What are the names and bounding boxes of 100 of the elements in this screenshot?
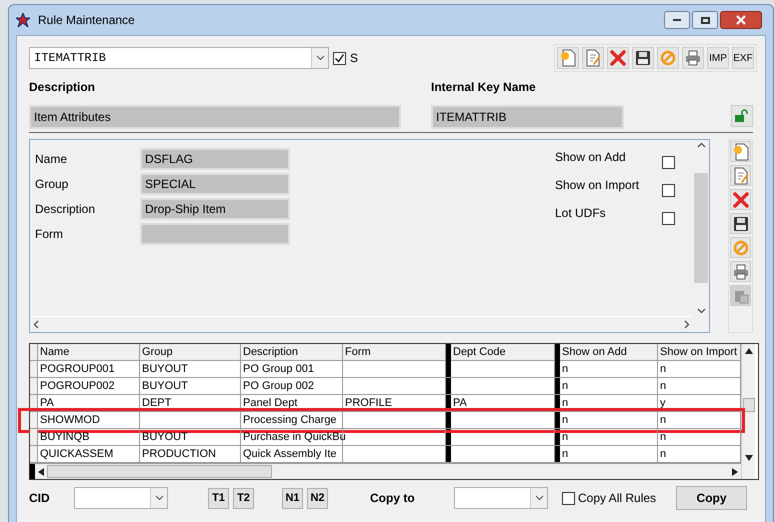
grid-vertical-scrollbar[interactable]	[741, 344, 755, 479]
table-cell: PA	[38, 395, 140, 411]
s-checkbox-label: S	[350, 50, 358, 67]
description-field[interactable]: Item Attributes	[29, 105, 401, 129]
delete-icon	[732, 192, 748, 208]
printer-icon	[685, 50, 701, 66]
checkbox[interactable]	[662, 156, 675, 169]
table-cell: n	[560, 395, 658, 411]
checkbox-label: Show on Add	[555, 149, 626, 166]
table-cell: PO Group 001	[241, 361, 343, 377]
scroll-left-icon[interactable]	[38, 468, 44, 476]
table-cell: PROFILE	[343, 395, 446, 411]
row-header-cell[interactable]	[30, 429, 38, 445]
minimize-button[interactable]	[664, 11, 690, 29]
table-cell: BUYOUT	[140, 429, 241, 445]
detail-field[interactable]: SPECIAL	[140, 173, 290, 195]
detail-field[interactable]: Drop-Ship Item	[140, 198, 290, 220]
table-cell: QUICKASSEM	[38, 446, 140, 462]
cid-label: CID	[29, 490, 51, 507]
rule-dropdown[interactable]: ITEMATTRIB	[29, 47, 329, 69]
table-cell: PRODUCTION	[140, 446, 241, 462]
scroll-thumb[interactable]	[694, 173, 708, 283]
toolbar-button[interactable]	[632, 47, 654, 69]
code-button[interactable]: N1	[282, 488, 303, 508]
table-cell: n	[560, 378, 658, 394]
toolbar-button[interactable]: EXF	[732, 47, 754, 69]
grid-horizontal-scrollbar[interactable]	[30, 463, 741, 479]
side-toolbar-button[interactable]	[730, 141, 751, 162]
column-header[interactable]: Description	[241, 344, 343, 360]
table-cell: PO Group 002	[241, 378, 343, 394]
copy-to-label: Copy to	[370, 490, 416, 507]
s-checkbox[interactable]	[333, 52, 346, 64]
detail-field[interactable]	[140, 223, 290, 245]
internal-key-field[interactable]: ITEMATTRIB	[431, 105, 624, 129]
table-cell: Panel Dept	[241, 395, 343, 411]
scroll-up-icon[interactable]	[744, 348, 752, 354]
column-header[interactable]: Form	[343, 344, 446, 360]
table-cell: BUYINQB	[38, 429, 140, 445]
field-label: Name	[35, 151, 68, 168]
close-button[interactable]	[720, 11, 762, 29]
row-header-cell[interactable]	[30, 446, 38, 462]
window-title: Rule Maintenance	[38, 12, 135, 29]
toolbar-button[interactable]: IMP	[707, 47, 729, 69]
row-header-cell[interactable]	[30, 412, 38, 428]
scroll-thumb[interactable]	[742, 398, 754, 412]
edit-document-icon	[732, 166, 748, 184]
copy-all-checkbox[interactable]	[562, 492, 575, 504]
cancel-icon	[732, 240, 748, 256]
checkbox[interactable]	[662, 212, 675, 225]
table-cell: n	[560, 429, 658, 445]
scroll-thumb[interactable]	[47, 465, 272, 478]
checkbox[interactable]	[662, 184, 675, 197]
table-cell: n	[560, 412, 658, 428]
column-header[interactable]: Dept Code	[451, 344, 555, 360]
table-cell: SHOWMOD	[38, 412, 140, 428]
delete-icon	[610, 50, 626, 66]
scroll-left-icon[interactable]	[33, 320, 39, 329]
toolbar-button[interactable]	[557, 47, 579, 69]
toolbar-button[interactable]	[682, 47, 704, 69]
scroll-right-icon[interactable]	[732, 468, 738, 476]
edit-document-icon	[585, 49, 601, 67]
cancel-icon	[660, 50, 676, 66]
lock-button[interactable]	[731, 105, 753, 127]
field-label: Group	[35, 176, 70, 193]
row-header-cell[interactable]	[30, 361, 38, 377]
maximize-button[interactable]	[692, 11, 718, 29]
code-button[interactable]: T1	[208, 488, 229, 508]
table-cell: n	[560, 446, 658, 462]
table-cell: DEPT	[140, 395, 241, 411]
table-cell: n	[560, 361, 658, 377]
copy-button[interactable]: Copy	[676, 486, 748, 510]
table-cell: Purchase in QuickBu	[241, 429, 343, 445]
new-document-icon	[732, 142, 748, 160]
detail-field[interactable]: DSFLAG	[140, 148, 290, 170]
side-toolbar-button[interactable]	[730, 213, 751, 234]
checkbox-label: Show on Import	[555, 177, 640, 194]
copy-all-label: Copy All Rules	[578, 490, 656, 507]
code-button[interactable]: T2	[233, 488, 254, 508]
field-label: Description	[35, 201, 96, 218]
code-button[interactable]: N2	[307, 488, 328, 508]
table-cell: POGROUP001	[38, 361, 140, 377]
toolbar-button[interactable]	[582, 47, 604, 69]
description-label: Description	[29, 79, 96, 96]
new-document-icon	[560, 49, 576, 67]
scroll-up-icon[interactable]	[696, 142, 706, 148]
column-header[interactable]: Show on Add	[560, 344, 658, 360]
side-toolbar-button[interactable]	[730, 165, 751, 186]
column-header[interactable]: Name	[38, 344, 140, 360]
close-icon	[736, 15, 746, 25]
scroll-right-icon[interactable]	[684, 320, 690, 329]
scroll-down-icon[interactable]	[696, 308, 706, 314]
row-header-cell[interactable]	[30, 378, 38, 394]
table-cell: POGROUP002	[38, 378, 140, 394]
scroll-down-icon[interactable]	[744, 455, 752, 461]
column-header[interactable]: Group	[140, 344, 241, 360]
table-cell: BUYOUT	[140, 378, 241, 394]
checkbox-label: Lot UDFs	[555, 205, 606, 222]
side-toolbar-button[interactable]	[730, 261, 751, 282]
star-logo-icon	[16, 13, 30, 27]
scrollbar-corner	[30, 464, 35, 479]
